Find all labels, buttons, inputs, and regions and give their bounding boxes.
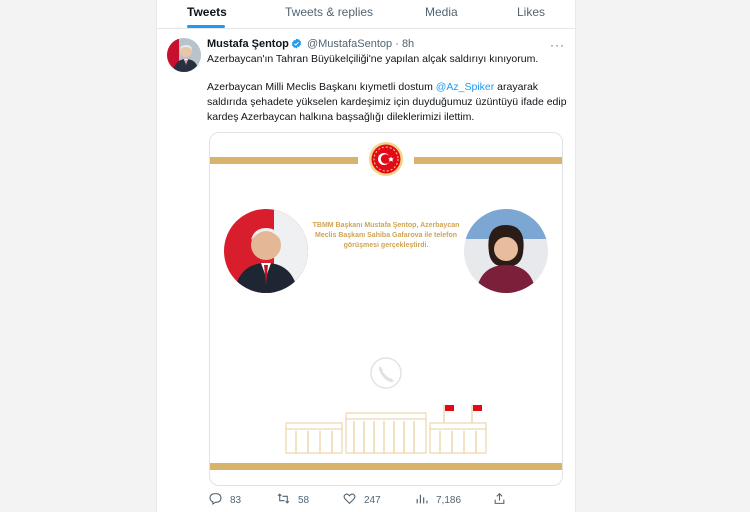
heart-icon xyxy=(343,492,356,508)
profile-tabs: Tweets Tweets & replies Media Likes xyxy=(157,0,575,29)
tweet-image-card[interactable]: TBMM Başkanı Mustafa Şentop, Azerbaycan … xyxy=(209,132,563,486)
portrait-mustafa-sentop xyxy=(224,209,308,293)
avatar[interactable] xyxy=(167,38,201,72)
separator-dot: · xyxy=(395,38,399,50)
share-action[interactable] xyxy=(493,492,506,508)
mention-link[interactable]: @Az_Spiker xyxy=(436,81,495,93)
retweet-count: 58 xyxy=(298,494,310,506)
gold-divider-right xyxy=(414,157,562,164)
reply-count: 83 xyxy=(230,494,242,506)
like-action[interactable]: 247 xyxy=(343,492,381,508)
tweet-text-line1: Azerbaycan'ın Tahran Büyükelçiliği'ne ya… xyxy=(207,53,539,65)
tab-likes[interactable]: Likes xyxy=(517,5,545,19)
share-icon xyxy=(493,492,506,508)
views-action[interactable]: 7,186 xyxy=(415,492,461,508)
timeline-column: Tweets Tweets & replies Media Likes Must… xyxy=(156,0,576,512)
active-tab-indicator xyxy=(187,25,225,28)
tab-media[interactable]: Media xyxy=(425,5,458,19)
tbmm-emblem-icon xyxy=(368,141,404,182)
tweet-time[interactable]: 8h xyxy=(402,38,414,50)
tweet-actions: 83 58 247 7,186 xyxy=(157,492,575,512)
portrait-sahiba-gafarova xyxy=(464,209,548,293)
views-icon xyxy=(415,492,428,508)
tab-tweets[interactable]: Tweets xyxy=(187,5,227,19)
card-caption: TBMM Başkanı Mustafa Şentop, Azerbaycan … xyxy=(312,222,460,249)
tab-tweets-replies[interactable]: Tweets & replies xyxy=(285,5,373,19)
author-name[interactable]: Mustafa Şentop xyxy=(207,38,289,50)
retweet-icon xyxy=(277,492,290,508)
tbmm-building-illustration xyxy=(282,403,490,462)
author-handle[interactable]: @MustafaSentop xyxy=(307,38,392,50)
gold-bottom-bar xyxy=(210,463,562,470)
verified-badge-icon xyxy=(291,38,302,52)
phone-icon xyxy=(368,355,404,396)
like-count: 247 xyxy=(364,494,381,506)
gold-divider-left xyxy=(210,157,358,164)
reply-icon xyxy=(209,492,222,508)
retweet-action[interactable]: 58 xyxy=(277,492,309,508)
tweet-text-start: Azerbaycan Milli Meclis Başkanı kıymetli… xyxy=(207,81,436,93)
tweet-text-paragraph2: Azerbaycan Milli Meclis Başkanı kıymetli… xyxy=(207,80,567,125)
more-options-icon[interactable]: ··· xyxy=(550,38,565,52)
tweet-header: Mustafa Şentop @MustafaSentop · 8h xyxy=(207,38,414,52)
avatar-image xyxy=(167,38,201,72)
reply-action[interactable]: 83 xyxy=(209,492,241,508)
views-count: 7,186 xyxy=(436,494,462,506)
